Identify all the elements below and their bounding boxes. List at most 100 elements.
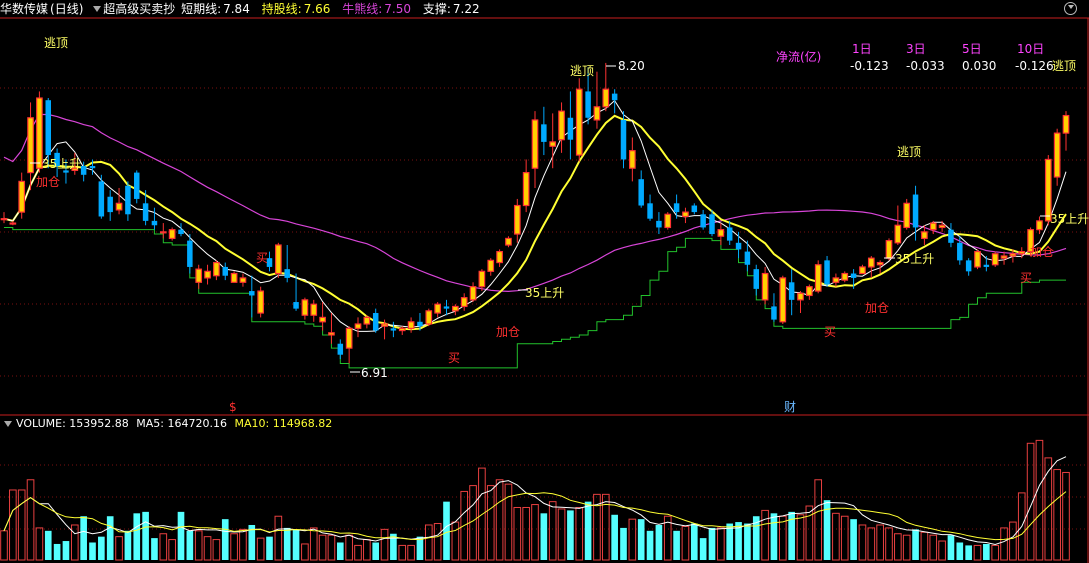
candle-up bbox=[487, 259, 495, 272]
candle-up bbox=[230, 272, 238, 283]
candles-layer bbox=[0, 62, 1070, 364]
dropdown-icon[interactable] bbox=[93, 6, 102, 12]
volume-bar-up bbox=[0, 530, 8, 561]
candle-up bbox=[363, 316, 371, 325]
volume-bar-up bbox=[354, 544, 362, 561]
candle-down bbox=[337, 343, 344, 355]
candle-down bbox=[142, 203, 149, 221]
candle-up bbox=[832, 277, 840, 283]
volume-bar-down bbox=[416, 536, 424, 560]
volume-bar-up bbox=[885, 527, 893, 561]
candle-down bbox=[771, 306, 777, 320]
volume-bar-up bbox=[159, 533, 168, 561]
net-flow-period-5: 5日 bbox=[962, 42, 982, 56]
support-value: 7.22 bbox=[452, 2, 480, 16]
volume-bar-up bbox=[239, 528, 247, 561]
chart-stage[interactable]: 逃顶 逃顶 逃顶 逃顶 加仓 加仓 加仓 加仓买买买买 35上升 35上升 35上升 35上升 8.20… bbox=[0, 0, 1089, 563]
settings-circle-icon[interactable] bbox=[1064, 2, 1077, 15]
candle-up bbox=[876, 261, 884, 266]
volume-bar-up bbox=[504, 483, 513, 561]
volume-bar-down bbox=[690, 523, 698, 560]
stock-name[interactable]: 华数传媒 bbox=[0, 2, 48, 16]
candle-up bbox=[549, 141, 557, 147]
event-marker-dollar: $ bbox=[229, 400, 237, 414]
volume-bar-up bbox=[902, 534, 911, 561]
volume-bar-down bbox=[637, 519, 645, 560]
signal-add-position: 加仓 bbox=[496, 325, 520, 339]
volume-header: VOLUME: 153952.88 MA5: 164720.16 MA10: 1… bbox=[0, 416, 1089, 432]
event-marker-finance: 财 bbox=[784, 400, 796, 414]
indicator-name[interactable]: 超高级买卖抄 bbox=[103, 2, 175, 16]
signal-buy: 买 bbox=[256, 251, 268, 265]
volume-dropdown-icon[interactable] bbox=[4, 420, 12, 427]
candle-down bbox=[134, 172, 140, 199]
candle-up bbox=[204, 270, 211, 279]
candle-up bbox=[664, 213, 672, 229]
signal-35-rise: 35上升 bbox=[895, 252, 934, 266]
candle-up bbox=[593, 106, 601, 121]
volume-bar-down bbox=[620, 527, 627, 560]
candle-down bbox=[284, 269, 290, 278]
volume-bar-down bbox=[336, 542, 344, 560]
volume-bar-up bbox=[814, 479, 823, 561]
volume-bar-up bbox=[531, 504, 539, 561]
candle-down bbox=[691, 205, 698, 213]
net-flow-value-5: 0.030 bbox=[962, 59, 997, 73]
volume-bar-down bbox=[443, 501, 450, 560]
volume-bar-up bbox=[212, 539, 221, 561]
period-label[interactable]: (日线) bbox=[50, 2, 83, 16]
net-flow-period-10: 10日 bbox=[1017, 42, 1045, 56]
volume-bar-up bbox=[380, 528, 389, 561]
kline-chart[interactable]: 逃顶逃顶逃顶逃顶加仓加仓加仓加仓买买买买35上升35上升35上升35上升8.20… bbox=[0, 0, 1089, 563]
candle-up bbox=[398, 327, 406, 332]
signal-35-rise: 35上升 bbox=[1050, 212, 1089, 226]
candle-down bbox=[567, 117, 574, 140]
volume-bar-down bbox=[80, 516, 87, 560]
candle-up bbox=[434, 303, 441, 314]
net-flow-title: 净流(亿) bbox=[776, 50, 822, 64]
volume-bar-down bbox=[770, 513, 778, 560]
candle-down bbox=[709, 214, 715, 235]
volume-bar-down bbox=[655, 524, 663, 560]
signal-buy: 买 bbox=[448, 351, 460, 365]
candle-up bbox=[531, 119, 539, 169]
candle-up bbox=[310, 303, 318, 316]
volume-bar-down bbox=[292, 529, 300, 560]
net-flow-period-1: 1日 bbox=[852, 42, 872, 56]
candle-down bbox=[726, 227, 733, 241]
bull-line-value: 7.50 bbox=[384, 2, 412, 16]
volume-bar-up bbox=[894, 533, 902, 561]
volume-bar-down bbox=[62, 541, 70, 560]
candle-down bbox=[983, 264, 990, 267]
volume-bar-up bbox=[628, 518, 637, 561]
volume-bar-up bbox=[681, 525, 690, 561]
volume-ma10 bbox=[3, 491, 1067, 541]
candle-up bbox=[903, 202, 911, 229]
volume-bar-down bbox=[124, 530, 132, 560]
volume-bar-up bbox=[451, 521, 460, 561]
candle-down bbox=[585, 91, 591, 118]
candle-up bbox=[9, 222, 17, 225]
candle-down bbox=[965, 260, 972, 272]
candle-up bbox=[257, 290, 264, 314]
volume-value: 153952.88 bbox=[69, 417, 129, 430]
volume-bar-up bbox=[717, 527, 725, 561]
candle-up bbox=[301, 299, 309, 316]
candle-down bbox=[957, 242, 963, 261]
candle-down bbox=[98, 181, 105, 217]
candle-up bbox=[938, 224, 946, 229]
candle-down bbox=[107, 196, 113, 213]
volume-bar-up bbox=[309, 527, 318, 561]
candle-down bbox=[45, 100, 51, 156]
candle-down bbox=[700, 214, 706, 228]
volume-bar-up bbox=[17, 489, 26, 561]
volume-bar-down bbox=[708, 527, 716, 560]
volume-bar-down bbox=[283, 527, 291, 560]
candle-up bbox=[239, 277, 247, 283]
volume-label: VOLUME: bbox=[16, 417, 66, 430]
candle-down bbox=[656, 220, 662, 228]
volume-bar-down bbox=[699, 538, 707, 560]
volume-bar-down bbox=[744, 523, 751, 560]
volume-bar-down bbox=[850, 519, 857, 560]
volume-bar-up bbox=[203, 536, 212, 561]
